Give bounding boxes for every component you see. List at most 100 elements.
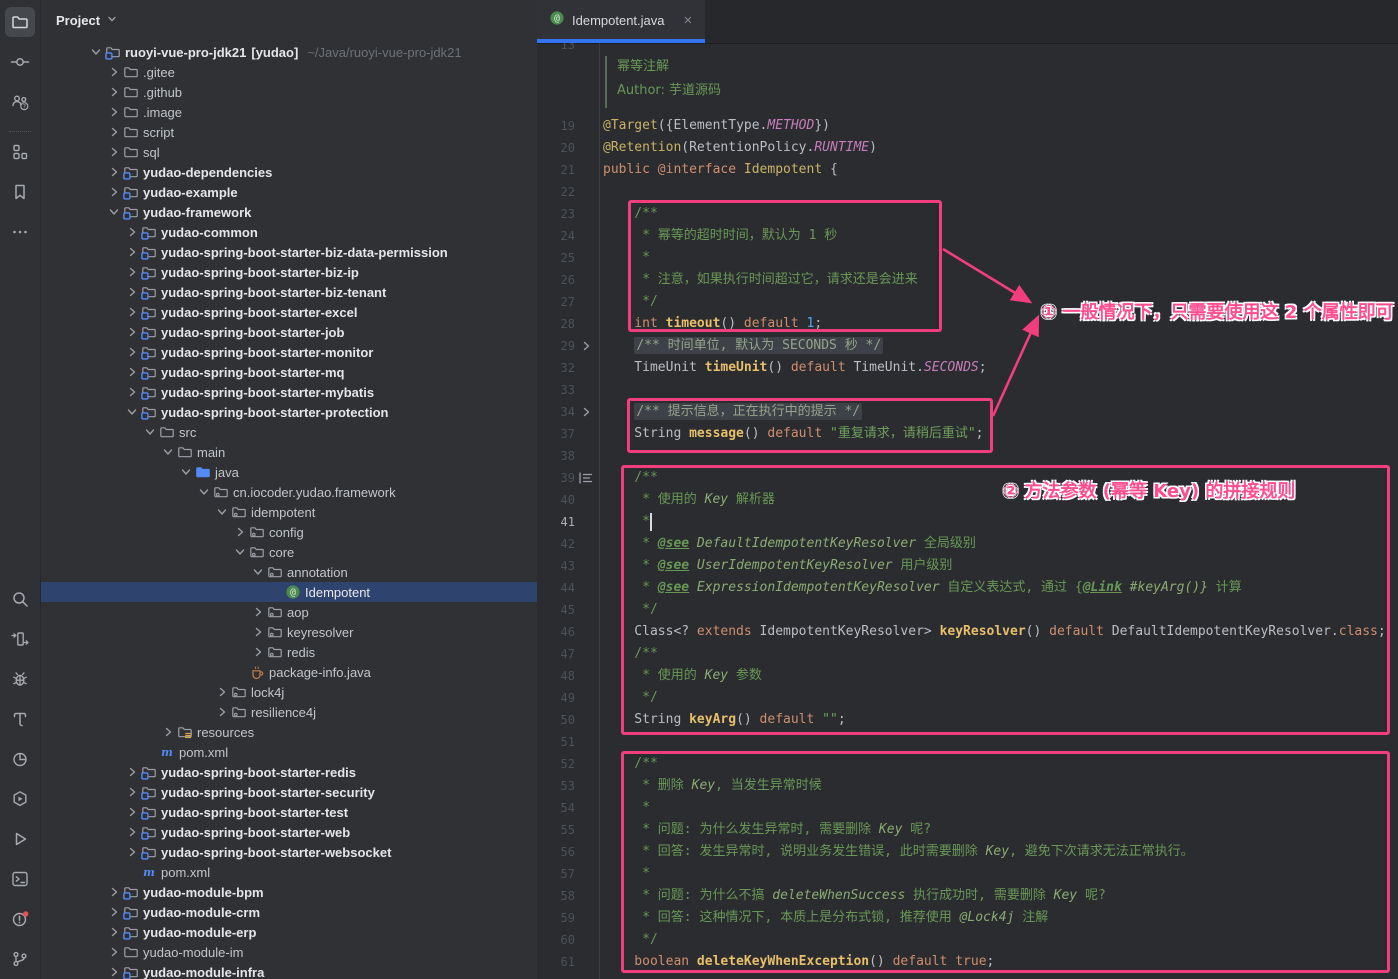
tree-item-yudao-module-infra[interactable]: yudao-module-infra <box>41 962 537 979</box>
chevron-right-icon[interactable] <box>105 106 123 118</box>
code-line[interactable]: 26 * 注意，如果执行时间超过它，请求还是会进来 <box>537 269 1398 291</box>
fold-arrow-icon[interactable] <box>575 335 597 357</box>
chevron-down-icon[interactable] <box>177 466 195 478</box>
tree-item-yudao-spring-boot-starter-biz-tenant[interactable]: yudao-spring-boot-starter-biz-tenant <box>41 282 537 302</box>
code-line[interactable]: 50 String keyArg() default ""; <box>537 709 1398 731</box>
commit-icon[interactable] <box>0 42 40 82</box>
doc-comment-line[interactable]: Author: 芋道源码 <box>537 80 1398 102</box>
code-line[interactable]: 23 /** <box>537 203 1398 225</box>
build-icon[interactable] <box>0 699 40 739</box>
chevron-right-icon[interactable] <box>123 286 141 298</box>
tree-item-pom-xml[interactable]: mpom.xml <box>41 742 537 762</box>
code-line[interactable]: 43 * @see UserIdempotentKeyResolver 用户级别 <box>537 555 1398 577</box>
chevron-right-icon[interactable] <box>123 226 141 238</box>
code-line[interactable]: 51 <box>537 731 1398 753</box>
chevron-right-icon[interactable] <box>123 326 141 338</box>
tree-item-yudao-framework[interactable]: yudao-framework <box>41 202 537 222</box>
tree-item-yudao-spring-boot-starter-mybatis[interactable]: yudao-spring-boot-starter-mybatis <box>41 382 537 402</box>
code-line[interactable]: 34 /** 提示信息，正在执行中的提示 */ <box>537 401 1398 423</box>
tree-item--image[interactable]: .image <box>41 102 537 122</box>
chevron-down-icon[interactable] <box>141 426 159 438</box>
code-line[interactable]: 13 <box>537 43 1398 56</box>
chevron-right-icon[interactable] <box>105 166 123 178</box>
pull-requests-icon[interactable]: ? <box>0 82 40 122</box>
chevron-right-icon[interactable] <box>105 966 123 978</box>
tree-item-yudao-spring-boot-starter-biz-ip[interactable]: yudao-spring-boot-starter-biz-ip <box>41 262 537 282</box>
code-line[interactable]: 54 * <box>537 797 1398 819</box>
chevron-right-icon[interactable] <box>123 306 141 318</box>
chevron-right-icon[interactable] <box>123 346 141 358</box>
tree-item-yudao-spring-boot-starter-websocket[interactable]: yudao-spring-boot-starter-websocket <box>41 842 537 862</box>
gutter-lines-icon[interactable] <box>575 467 597 489</box>
run-icon[interactable] <box>0 819 40 859</box>
chevron-right-icon[interactable] <box>123 826 141 838</box>
code-line[interactable]: 49 */ <box>537 687 1398 709</box>
tree-item-package-info-java[interactable]: package-info.java <box>41 662 537 682</box>
chevron-right-icon[interactable] <box>249 626 267 638</box>
tree-item-yudao-module-erp[interactable]: yudao-module-erp <box>41 922 537 942</box>
tree-item-main[interactable]: main <box>41 442 537 462</box>
code-line[interactable]: 44 * @see ExpressionIdempotentKeyResolve… <box>537 577 1398 599</box>
chevron-right-icon[interactable] <box>105 926 123 938</box>
tree-item-script[interactable]: script <box>41 122 537 142</box>
code-line[interactable]: 60 */ <box>537 929 1398 951</box>
terminal-icon[interactable] <box>0 859 40 899</box>
tab-close-icon[interactable]: × <box>684 13 693 28</box>
code-line[interactable]: 58 * 问题: 为什么不搞 deleteWhenSuccess 执行成功时, … <box>537 885 1398 907</box>
tree-item-aop[interactable]: aop <box>41 602 537 622</box>
chevron-right-icon[interactable] <box>123 266 141 278</box>
chevron-right-icon[interactable] <box>213 706 231 718</box>
tree-item-redis[interactable]: redis <box>41 642 537 662</box>
tree-item-resources[interactable]: resources <box>41 722 537 742</box>
tree-item-yudao-spring-boot-starter-job[interactable]: yudao-spring-boot-starter-job <box>41 322 537 342</box>
tree-item-cn-iocoder-yudao-framework[interactable]: cn.iocoder.yudao.framework <box>41 482 537 502</box>
tree-item-yudao-example[interactable]: yudao-example <box>41 182 537 202</box>
tree-item--github[interactable]: .github <box>41 82 537 102</box>
chevron-down-icon[interactable] <box>87 46 105 58</box>
code-line[interactable]: 22 <box>537 181 1398 203</box>
code-line[interactable]: 21public @interface Idempotent { <box>537 159 1398 181</box>
tree-item-yudao-spring-boot-starter-protection[interactable]: yudao-spring-boot-starter-protection <box>41 402 537 422</box>
code-line[interactable]: 42 * @see DefaultIdempotentKeyResolver 全… <box>537 533 1398 555</box>
tree-item-yudao-spring-boot-starter-security[interactable]: yudao-spring-boot-starter-security <box>41 782 537 802</box>
code-line[interactable]: 20@Retention(RetentionPolicy.RUNTIME) <box>537 137 1398 159</box>
tree-item-yudao-common[interactable]: yudao-common <box>41 222 537 242</box>
code-line[interactable]: 32 TimeUnit timeUnit() default TimeUnit.… <box>537 357 1398 379</box>
code-line[interactable]: 61 boolean deleteKeyWhenException() defa… <box>537 951 1398 973</box>
chevron-down-icon[interactable] <box>249 566 267 578</box>
code-line[interactable]: 55 * 问题: 为什么发生异常时, 需要删除 Key 呢? <box>537 819 1398 841</box>
code-line[interactable]: 41 * <box>537 511 1398 533</box>
code-line[interactable]: 53 * 删除 Key, 当发生异常时候 <box>537 775 1398 797</box>
chevron-right-icon[interactable] <box>105 86 123 98</box>
tree-item-ruoyi-vue-pro-jdk21[interactable]: ruoyi-vue-pro-jdk21[yudao]~/Java/ruoyi-v… <box>41 42 537 62</box>
chevron-right-icon[interactable] <box>123 786 141 798</box>
chevron-right-icon[interactable] <box>249 606 267 618</box>
project-panel-header[interactable]: Project <box>41 0 537 40</box>
chevron-down-icon[interactable] <box>105 206 123 218</box>
structure-icon[interactable] <box>0 132 40 172</box>
tree-item-src[interactable]: src <box>41 422 537 442</box>
code-line[interactable]: 48 * 使用的 Key 参数 <box>537 665 1398 687</box>
tree-item-sql[interactable]: sql <box>41 142 537 162</box>
tree-item-yudao-spring-boot-starter-excel[interactable]: yudao-spring-boot-starter-excel <box>41 302 537 322</box>
tree-item-config[interactable]: config <box>41 522 537 542</box>
tree-item-yudao-module-im[interactable]: yudao-module-im <box>41 942 537 962</box>
code-line[interactable]: 24 * 幂等的超时时间，默认为 1 秒 <box>537 225 1398 247</box>
code-line[interactable]: 25 * <box>537 247 1398 269</box>
chevron-down-icon[interactable] <box>195 486 213 498</box>
code-line[interactable]: 19@Target({ElementType.METHOD}) <box>537 115 1398 137</box>
tree-item-yudao-module-crm[interactable]: yudao-module-crm <box>41 902 537 922</box>
chevron-right-icon[interactable] <box>213 686 231 698</box>
chevron-right-icon[interactable] <box>105 906 123 918</box>
chevron-down-icon[interactable] <box>123 406 141 418</box>
chevron-down-icon[interactable] <box>159 446 177 458</box>
git-branch-icon[interactable] <box>0 939 40 979</box>
chevron-right-icon[interactable] <box>123 246 141 258</box>
tree-item-core[interactable]: core <box>41 542 537 562</box>
chevron-right-icon[interactable] <box>105 186 123 198</box>
code-line[interactable]: 52 /** <box>537 753 1398 775</box>
code-line[interactable]: 45 */ <box>537 599 1398 621</box>
chevron-right-icon[interactable] <box>123 386 141 398</box>
tree-item-yudao-spring-boot-starter-monitor[interactable]: yudao-spring-boot-starter-monitor <box>41 342 537 362</box>
chevron-right-icon[interactable] <box>249 646 267 658</box>
